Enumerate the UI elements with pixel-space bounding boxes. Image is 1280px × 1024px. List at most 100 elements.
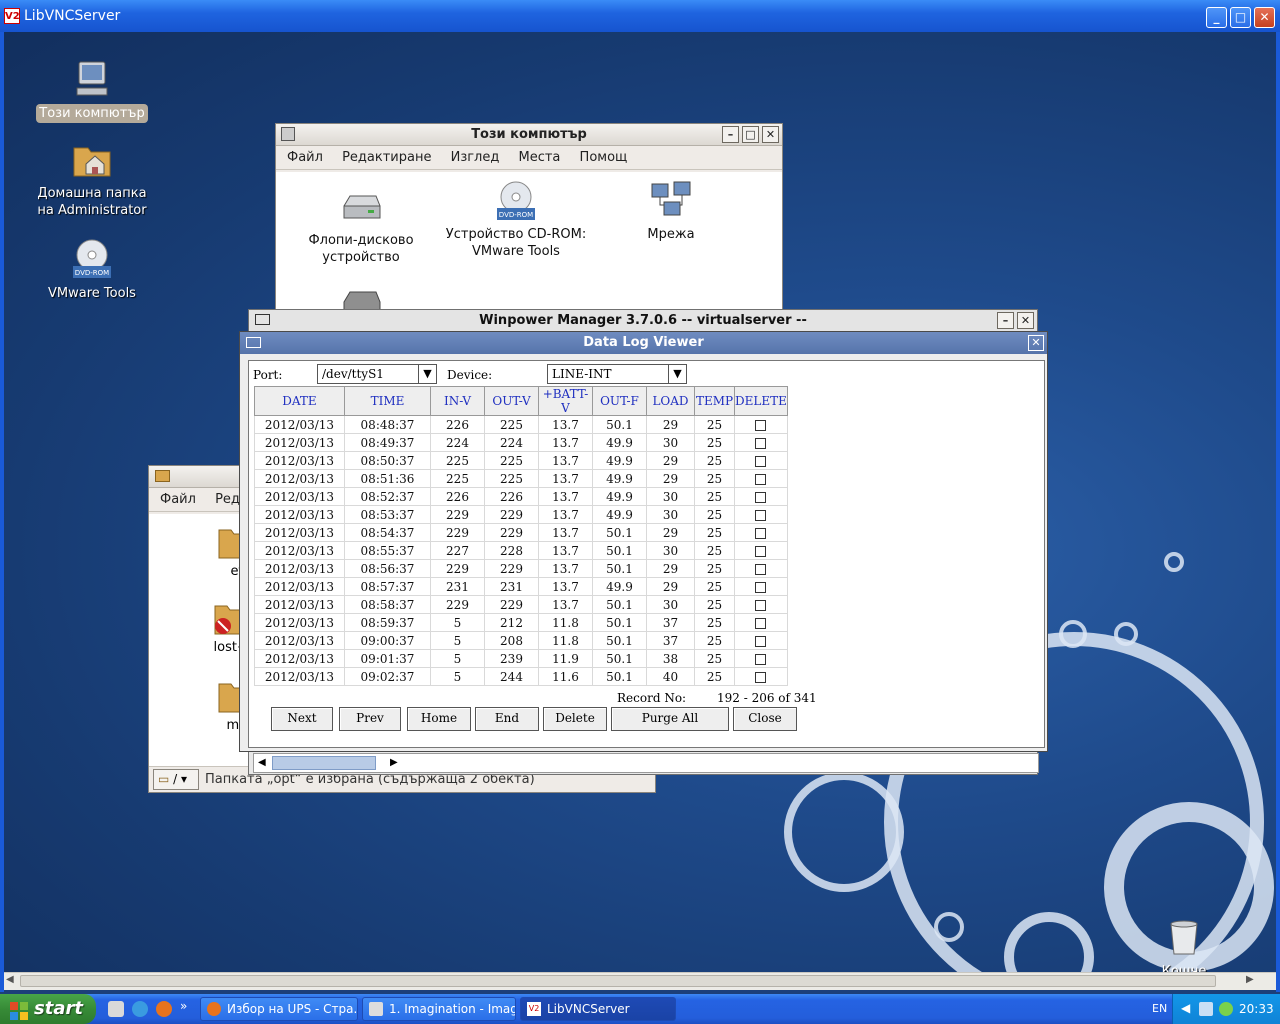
- delete-checkbox[interactable]: [755, 563, 767, 575]
- menu-file[interactable]: Файл: [160, 492, 196, 507]
- menu-places[interactable]: Места: [519, 150, 561, 165]
- scroll-thumb[interactable]: [272, 756, 376, 770]
- clock[interactable]: 20:33: [1239, 1002, 1274, 1016]
- computer-window[interactable]: Този компютър – □ ✕ Файл Редактиране Изг…: [275, 123, 783, 313]
- delete-checkbox[interactable]: [755, 653, 767, 665]
- close-button[interactable]: ✕: [1017, 312, 1034, 329]
- maximize-button[interactable]: □: [1230, 7, 1251, 28]
- table-row[interactable]: 2012/03/13 08:55:37 227 228 13.7 50.1 30 25: [254, 541, 788, 560]
- column-header-out-v[interactable]: OUT-V: [484, 386, 539, 416]
- vnc-horizontal-scrollbar[interactable]: ◀ ▶: [4, 972, 1276, 990]
- delete-checkbox[interactable]: [755, 671, 767, 683]
- delete-checkbox[interactable]: [755, 509, 767, 521]
- delete-checkbox[interactable]: [755, 545, 767, 557]
- delete-button[interactable]: Delete: [543, 707, 607, 731]
- scroll-left-icon[interactable]: ◀: [258, 756, 270, 770]
- cdrom-item[interactable]: DVD-ROM Устройство CD-ROM: VMware Tools: [441, 180, 591, 260]
- column-header-temp[interactable]: TEMP: [694, 386, 735, 416]
- table-row[interactable]: 2012/03/13 08:57:37 231 231 13.7 49.9 29 25: [254, 577, 788, 596]
- delete-checkbox[interactable]: [755, 581, 767, 593]
- minimize-button[interactable]: _: [1206, 7, 1227, 28]
- delete-checkbox[interactable]: [755, 635, 767, 647]
- delete-checkbox[interactable]: [755, 491, 767, 503]
- task-button-ups[interactable]: Избор на UPS - Стра...: [200, 997, 358, 1021]
- scroll-thumb[interactable]: [20, 975, 1216, 987]
- close-button[interactable]: ✕: [762, 126, 779, 143]
- network-item[interactable]: Мрежа: [596, 180, 746, 243]
- network-icon[interactable]: [1199, 1002, 1213, 1016]
- horizontal-scrollbar[interactable]: ◀ ▶: [253, 753, 1039, 773]
- table-row[interactable]: 2012/03/13 09:00:37 5 208 11.8 50.1 37 25: [254, 631, 788, 650]
- chevron-down-icon[interactable]: ▼: [668, 365, 686, 383]
- column-header-in-v[interactable]: IN-V: [430, 386, 485, 416]
- delete-checkbox[interactable]: [755, 617, 767, 629]
- maximize-button[interactable]: □: [742, 126, 759, 143]
- delete-checkbox[interactable]: [755, 437, 767, 449]
- column-header-load[interactable]: LOAD: [646, 386, 695, 416]
- column-header-date[interactable]: DATE: [254, 386, 345, 416]
- home-button[interactable]: Home: [407, 707, 471, 731]
- dialog-titlebar[interactable]: Data Log Viewer ✕: [240, 332, 1047, 354]
- floppy-drive-item[interactable]: Флопи-дисково устройство: [286, 186, 436, 266]
- column-header-batt-v[interactable]: +BATT-V: [538, 386, 593, 416]
- table-row[interactable]: 2012/03/13 08:53:37 229 229 13.7 49.9 30 25: [254, 505, 788, 524]
- scroll-left-icon[interactable]: ◀: [6, 974, 14, 985]
- column-header-delete[interactable]: DELETE: [734, 386, 788, 416]
- menu-view[interactable]: Изглед: [451, 150, 500, 165]
- scroll-right-icon[interactable]: ▶: [390, 756, 402, 770]
- purge-all-button[interactable]: Purge All: [611, 707, 729, 731]
- menu-file[interactable]: Файл: [287, 150, 323, 165]
- table-row[interactable]: 2012/03/13 09:01:37 5 239 11.9 50.1 38 25: [254, 649, 788, 668]
- window-titlebar[interactable]: Този компютър – □ ✕: [276, 124, 782, 146]
- desktop-icon-home-folder[interactable]: Домашна папка на Administrator: [32, 138, 152, 220]
- column-header-time[interactable]: TIME: [344, 386, 431, 416]
- table-row[interactable]: 2012/03/13 09:02:37 5 244 11.6 50.1 40 25: [254, 667, 788, 686]
- minimize-button[interactable]: –: [997, 312, 1014, 329]
- table-row[interactable]: 2012/03/13 08:59:37 5 212 11.8 50.1 37 25: [254, 613, 788, 632]
- table-row[interactable]: 2012/03/13 08:54:37 229 229 13.7 50.1 29 25: [254, 523, 788, 542]
- security-icon[interactable]: [1219, 1002, 1233, 1016]
- more-icon[interactable]: »: [180, 999, 187, 1013]
- table-row[interactable]: 2012/03/13 08:50:37 225 225 13.7 49.9 29 25: [254, 451, 788, 470]
- window-titlebar[interactable]: Winpower Manager 3.7.0.6 -- virtualserve…: [249, 310, 1037, 332]
- port-select[interactable]: /dev/ttyS1 ▼: [317, 364, 437, 384]
- next-button[interactable]: Next: [271, 707, 333, 731]
- firefox-icon[interactable]: [156, 1001, 172, 1017]
- show-desktop-icon[interactable]: [108, 1001, 124, 1017]
- chevron-left-icon[interactable]: ◀: [1181, 1001, 1190, 1015]
- delete-checkbox[interactable]: [755, 473, 767, 485]
- vnc-titlebar[interactable]: V2 LibVNCServer _ □ ✕: [0, 0, 1280, 32]
- chevron-down-icon[interactable]: ▼: [418, 365, 436, 383]
- language-indicator[interactable]: EN: [1152, 1002, 1167, 1015]
- table-row[interactable]: 2012/03/13 08:58:37 229 229 13.7 50.1 30 25: [254, 595, 788, 614]
- end-button[interactable]: End: [475, 707, 539, 731]
- menu-edit[interactable]: Редактиране: [342, 150, 431, 165]
- start-button[interactable]: start: [0, 994, 96, 1024]
- internet-explorer-icon[interactable]: [132, 1001, 148, 1017]
- minimize-button[interactable]: –: [722, 126, 739, 143]
- table-row[interactable]: 2012/03/13 08:48:37 226 225 13.7 50.1 29 25: [254, 415, 788, 434]
- table-row[interactable]: 2012/03/13 08:51:36 225 225 13.7 49.9 29 25: [254, 469, 788, 488]
- delete-checkbox[interactable]: [755, 455, 767, 467]
- desktop-icon-vmware-tools[interactable]: DVD-ROM VMware Tools: [32, 238, 152, 303]
- prev-button[interactable]: Prev: [339, 707, 401, 731]
- device-select[interactable]: LINE-INT ▼: [547, 364, 687, 384]
- desktop-icon-recycle-bin[interactable]: Кошче: [1124, 916, 1244, 972]
- task-button-libvncserver[interactable]: V2 LibVNCServer: [520, 997, 676, 1021]
- desktop-icon-computer[interactable]: Този компютър: [32, 58, 152, 123]
- menu-help[interactable]: Помощ: [580, 150, 628, 165]
- scroll-right-icon[interactable]: ▶: [1246, 974, 1254, 985]
- delete-checkbox[interactable]: [755, 419, 767, 431]
- close-icon[interactable]: ✕: [1028, 335, 1044, 351]
- table-row[interactable]: 2012/03/13 08:49:37 224 224 13.7 49.9 30 25: [254, 433, 788, 452]
- delete-checkbox[interactable]: [755, 527, 767, 539]
- data-log-viewer-dialog[interactable]: Data Log Viewer ✕ Port: /dev/ttyS1 ▼ Dev…: [239, 331, 1048, 752]
- task-button-imagination[interactable]: 1. Imagination - Imag...: [362, 997, 516, 1021]
- close-button[interactable]: Close: [733, 707, 797, 731]
- hard-disk-icon[interactable]: [340, 284, 382, 313]
- table-row[interactable]: 2012/03/13 08:56:37 229 229 13.7 50.1 29 25: [254, 559, 788, 578]
- close-button[interactable]: ✕: [1254, 7, 1275, 28]
- path-button[interactable]: ▭ / ▾: [153, 769, 199, 790]
- column-header-out-f[interactable]: OUT-F: [592, 386, 647, 416]
- table-row[interactable]: 2012/03/13 08:52:37 226 226 13.7 49.9 30 25: [254, 487, 788, 506]
